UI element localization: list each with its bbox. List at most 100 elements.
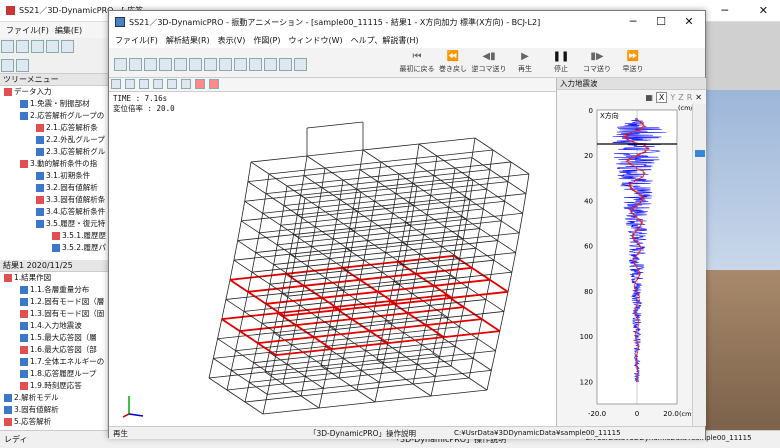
save-icon[interactable] xyxy=(31,40,44,53)
structure-icon[interactable] xyxy=(144,58,157,71)
section-icon[interactable] xyxy=(189,58,202,71)
bg-menu-file[interactable]: ファイル(F) xyxy=(6,25,49,36)
tree-item[interactable]: 1.8.応答履歴ループ xyxy=(0,368,109,380)
frame-member xyxy=(247,181,267,194)
print-icon[interactable] xyxy=(129,58,142,71)
tree-item[interactable]: 5.応答解析 xyxy=(0,416,109,428)
zoom-out-icon[interactable] xyxy=(234,58,247,71)
member-icon[interactable] xyxy=(159,58,172,71)
zoom-window-icon[interactable] xyxy=(249,58,262,71)
step-back-button[interactable]: ◀▮ 逆コマ送り xyxy=(471,51,507,74)
tree-item[interactable]: 1.9.時刻歴応答 xyxy=(0,380,109,392)
frame-member xyxy=(268,167,326,175)
move-icon[interactable] xyxy=(181,79,191,89)
tree-item[interactable]: 1.6.最大応答図（部 xyxy=(0,344,109,356)
tree-item[interactable]: 2.応答解析グループの xyxy=(0,110,109,122)
menu-file[interactable]: ファイル(F) xyxy=(115,35,158,46)
tree-item[interactable]: データ入力 xyxy=(0,86,109,98)
panel-grid-icon[interactable]: ▦ xyxy=(645,93,653,102)
frame-member xyxy=(303,278,361,287)
frame-member xyxy=(347,319,353,339)
minimize-button[interactable]: ─ xyxy=(619,11,647,33)
tree-item[interactable]: 3.1.初期条件 xyxy=(0,170,109,182)
menu-window[interactable]: ウィンドウ(W) xyxy=(288,35,342,46)
table-icon[interactable] xyxy=(61,40,74,53)
fast-forward-button[interactable]: ⏩ 早送り xyxy=(615,51,651,74)
tree-item[interactable]: 3.3.固有値解析条 xyxy=(0,194,109,206)
tree-item[interactable]: 1.2.固有モード図（層 xyxy=(0,296,109,308)
pointer-icon[interactable] xyxy=(174,58,187,71)
tree-item[interactable]: 3.5.履歴・復元特 xyxy=(0,218,109,230)
frame-member xyxy=(489,169,509,182)
tree-item[interactable]: 3.固有値解析 xyxy=(0,404,109,416)
view-side-icon[interactable] xyxy=(125,79,135,89)
zoom-fit-icon[interactable] xyxy=(204,58,217,71)
tree-item[interactable]: 1.5.最大応答図（層 xyxy=(0,332,109,344)
wave-time-tick: 40 xyxy=(584,197,593,205)
tree-item[interactable]: 3.5.1.履歴歴 xyxy=(0,230,109,242)
play-button[interactable]: ▶ 再生 xyxy=(507,51,543,74)
frame-member xyxy=(338,377,358,391)
panel-x-button[interactable]: X xyxy=(655,91,668,103)
print-icon[interactable] xyxy=(46,40,59,53)
tree-item[interactable]: 1.1.各層重量分布 xyxy=(0,284,109,296)
tree-item[interactable]: 3.5.2.履歴パ xyxy=(0,242,109,254)
tree-item[interactable]: 1.結果作図 xyxy=(0,272,109,284)
panel-close-icon[interactable]: ✕ xyxy=(695,93,702,102)
arrow-icon[interactable] xyxy=(264,58,277,71)
link-icon[interactable] xyxy=(279,58,292,71)
view-front-icon[interactable] xyxy=(111,79,121,89)
tree-item[interactable]: 3.4.応答解析条件 xyxy=(0,206,109,218)
rewind-button[interactable]: ⏪ 巻き戻し xyxy=(435,51,471,74)
skip-start-button[interactable]: ⏮ 最初に戻る xyxy=(399,51,435,74)
tree-item[interactable]: 2.解析モデル xyxy=(0,392,109,404)
view-3d-icon[interactable] xyxy=(153,79,163,89)
menu-view[interactable]: 表示(V) xyxy=(218,35,246,46)
grid-red-icon[interactable] xyxy=(209,79,219,89)
frame-member xyxy=(367,240,386,253)
axis-icon[interactable] xyxy=(195,79,205,89)
tree-item[interactable]: 1.3.固有モード図（固 xyxy=(0,308,109,320)
tree-item[interactable]: 2.1.応答解析条 xyxy=(0,122,109,134)
panel-z-button[interactable]: Z xyxy=(678,93,683,102)
scroll-thumb[interactable] xyxy=(695,150,705,157)
grid-icon[interactable] xyxy=(1,59,14,72)
tree-item[interactable]: 3.動的解析条件の指 xyxy=(0,158,109,170)
frame-member xyxy=(410,205,415,226)
menu-plot[interactable]: 作図(P) xyxy=(253,35,280,46)
view-plan-icon[interactable] xyxy=(139,79,149,89)
close-button[interactable]: ✕ xyxy=(675,11,703,33)
pause-button[interactable]: ❚❚ 停止 xyxy=(543,51,579,74)
bg-minimize-icon[interactable]: ─ xyxy=(721,4,728,17)
maximize-button[interactable]: ☐ xyxy=(647,11,675,33)
bg-menu-edit[interactable]: 編集(E) xyxy=(55,25,82,36)
frame-member xyxy=(235,331,241,351)
new-file-icon[interactable] xyxy=(1,40,14,53)
tree-item[interactable]: 1.7.全体エネルギーの xyxy=(0,356,109,368)
panel-y-button[interactable]: Y xyxy=(670,93,675,102)
bg-close-icon[interactable]: ✕ xyxy=(759,4,768,17)
frame-member xyxy=(285,266,343,275)
panel-r-button[interactable]: R xyxy=(687,93,693,102)
window-title-bar[interactable]: SS21／3D-DynamicPRO - 振動アニメーション - [sample… xyxy=(109,11,705,33)
tree-item[interactable]: 1.4.入力地震波 xyxy=(0,320,109,332)
panel-scrollbar[interactable] xyxy=(692,104,706,426)
tree-item[interactable]: 1.免震・制振部材 xyxy=(0,98,109,110)
zoom-in-icon[interactable] xyxy=(219,58,232,71)
tree-item[interactable]: 3.2.固有値解析 xyxy=(0,182,109,194)
rotate-icon[interactable] xyxy=(167,79,177,89)
frame-member xyxy=(213,358,232,371)
grid2-icon[interactable] xyxy=(16,59,29,72)
3d-view[interactable]: TIME : 7.16s 変位倍率 : 20.0 xyxy=(109,92,556,426)
folder-icon[interactable] xyxy=(114,58,127,71)
frame-member xyxy=(282,364,288,385)
tree-item[interactable]: 2.3.応答解析グル xyxy=(0,146,109,158)
menu-help[interactable]: ヘルプ、解説書(H) xyxy=(351,35,419,46)
tree-item[interactable]: 2.2.外乱グループ xyxy=(0,134,109,146)
menu-results[interactable]: 解析結果(R) xyxy=(166,35,210,46)
timer-icon[interactable] xyxy=(294,58,307,71)
step-forward-button[interactable]: ▮▶ コマ送り xyxy=(579,51,615,74)
frame-member xyxy=(265,284,271,304)
open-icon[interactable] xyxy=(16,40,29,53)
bg-menu-bar: ファイル(F) 編集(E) xyxy=(0,22,110,38)
